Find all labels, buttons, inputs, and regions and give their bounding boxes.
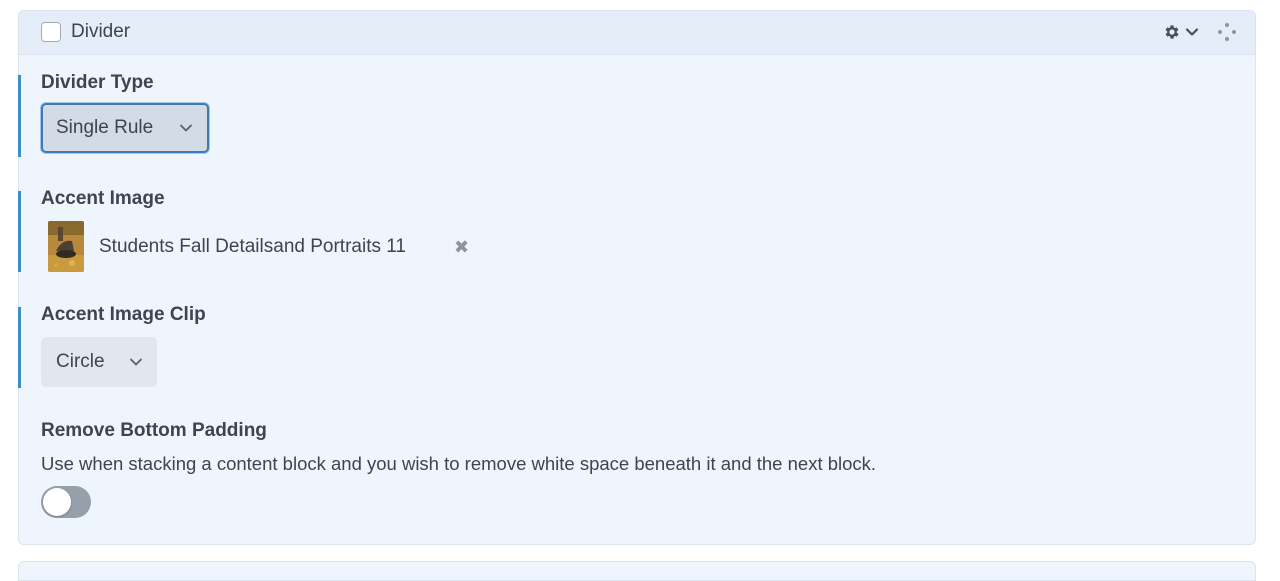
divider-type-select[interactable]: Single Rule [41, 103, 209, 153]
drag-handle-icon [1218, 23, 1236, 41]
chevron-down-icon [180, 124, 192, 132]
divider-type-value: Single Rule [56, 117, 154, 138]
block-header: Divider [19, 11, 1255, 55]
remove-bottom-padding-label: Remove Bottom Padding [41, 420, 267, 441]
accent-image-filename: Students Fall Detailsand Portraits 11 [99, 236, 406, 257]
drag-handle[interactable] [1217, 22, 1237, 42]
accent-image-clip-value: Circle [56, 351, 105, 372]
accent-image-thumbnail[interactable] [48, 221, 84, 272]
accent-image-clip-label: Accent Image Clip [41, 304, 206, 325]
gear-icon [1165, 25, 1179, 39]
accent-image-label: Accent Image [41, 188, 165, 209]
divider-type-label: Divider Type [41, 72, 154, 93]
toggle-knob [43, 488, 71, 516]
photo-thumbnail-image [48, 221, 84, 272]
chevron-down-icon [130, 358, 142, 366]
settings-button[interactable] [1163, 23, 1181, 41]
accent-image-clip-select[interactable]: Circle [41, 337, 157, 387]
next-block-edge [18, 561, 1256, 581]
divider-block: Divider Divider Type Single Rule Accent … [18, 10, 1256, 545]
block-title: Divider [71, 21, 131, 42]
field-indicator-bar [18, 191, 21, 272]
remove-bottom-padding-toggle[interactable] [41, 486, 91, 518]
expand-button[interactable] [1185, 25, 1199, 39]
remove-image-button[interactable]: ✖ [454, 237, 469, 258]
field-indicator-bar [18, 307, 21, 388]
block-select-checkbox[interactable] [41, 22, 61, 42]
remove-bottom-padding-description: Use when stacking a content block and yo… [41, 453, 877, 474]
block-actions [1163, 22, 1237, 42]
field-indicator-bar [18, 75, 21, 157]
chevron-down-icon [1185, 28, 1199, 36]
